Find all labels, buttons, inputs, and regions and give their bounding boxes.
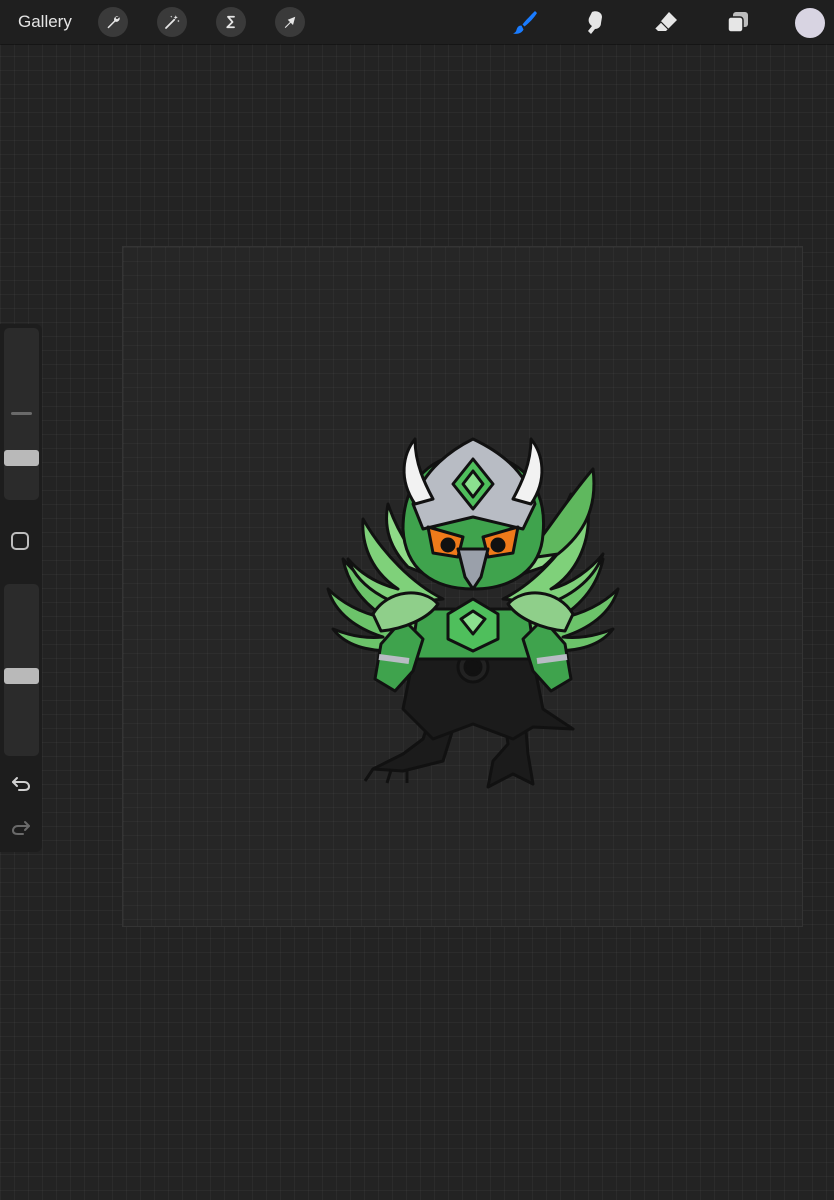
layers-icon bbox=[727, 12, 748, 33]
modify-button[interactable] bbox=[11, 532, 29, 550]
layers-button[interactable] bbox=[722, 6, 754, 38]
eraser-tool-button[interactable] bbox=[650, 6, 682, 38]
armored-owl-illustration bbox=[326, 437, 620, 789]
brush-size-slider[interactable] bbox=[4, 328, 39, 500]
selection-button[interactable] bbox=[216, 7, 246, 37]
drawing-canvas[interactable] bbox=[122, 246, 803, 927]
selection-icon bbox=[226, 15, 235, 29]
brush-size-handle[interactable] bbox=[4, 450, 39, 466]
transform-button[interactable] bbox=[275, 7, 305, 37]
brush-icon bbox=[513, 11, 537, 34]
smudge-tool-button[interactable] bbox=[580, 6, 612, 38]
gallery-button[interactable]: Gallery bbox=[18, 11, 72, 33]
redo-icon[interactable] bbox=[10, 816, 32, 838]
brush-size-tick bbox=[11, 412, 32, 415]
wrench-icon bbox=[107, 16, 120, 29]
undo-icon[interactable] bbox=[10, 772, 32, 794]
magic-wand-icon bbox=[165, 15, 180, 29]
top-toolbar: Gallery bbox=[0, 0, 834, 44]
opacity-handle[interactable] bbox=[4, 668, 39, 684]
transform-arrow-icon bbox=[284, 16, 296, 28]
adjustments-button[interactable] bbox=[157, 7, 187, 37]
smudge-icon bbox=[588, 11, 602, 34]
brush-tool-button[interactable] bbox=[509, 6, 541, 38]
actions-button[interactable] bbox=[98, 7, 128, 37]
left-sidebar bbox=[0, 324, 42, 852]
color-picker-swatch[interactable] bbox=[795, 8, 825, 38]
opacity-slider[interactable] bbox=[4, 584, 39, 756]
eraser-icon bbox=[654, 12, 677, 31]
